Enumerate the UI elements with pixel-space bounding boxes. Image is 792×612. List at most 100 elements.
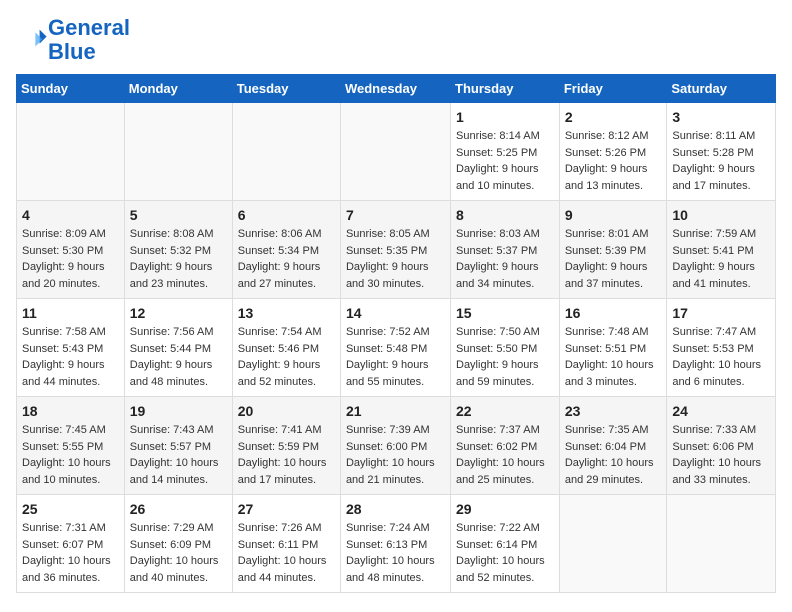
day-info: Sunrise: 7:43 AM Sunset: 5:57 PM Dayligh… [130, 422, 227, 488]
day-info: Sunrise: 7:22 AM Sunset: 6:14 PM Dayligh… [456, 520, 554, 586]
calendar-cell: 8 Sunrise: 8:03 AM Sunset: 5:37 PM Daylig… [451, 201, 560, 299]
day-info: Sunrise: 8:01 AM Sunset: 5:39 PM Dayligh… [565, 226, 662, 292]
day-number: 27 [238, 501, 335, 517]
calendar-cell: 22 Sunrise: 7:37 AM Sunset: 6:02 PM Dayli… [451, 397, 560, 495]
calendar-cell: 1 Sunrise: 8:14 AM Sunset: 5:25 PM Daylig… [451, 103, 560, 201]
day-number: 6 [238, 207, 335, 223]
day-header-tuesday: Tuesday [232, 75, 340, 103]
calendar-cell: 15 Sunrise: 7:50 AM Sunset: 5:50 PM Dayli… [451, 299, 560, 397]
day-number: 22 [456, 403, 554, 419]
day-number: 24 [672, 403, 770, 419]
week-row-3: 11 Sunrise: 7:58 AM Sunset: 5:43 PM Dayli… [17, 299, 776, 397]
week-row-4: 18 Sunrise: 7:45 AM Sunset: 5:55 PM Dayli… [17, 397, 776, 495]
day-number: 28 [346, 501, 445, 517]
calendar-cell: 29 Sunrise: 7:22 AM Sunset: 6:14 PM Dayli… [451, 495, 560, 593]
day-info: Sunrise: 7:26 AM Sunset: 6:11 PM Dayligh… [238, 520, 335, 586]
day-info: Sunrise: 8:03 AM Sunset: 5:37 PM Dayligh… [456, 226, 554, 292]
day-number: 29 [456, 501, 554, 517]
calendar-cell: 13 Sunrise: 7:54 AM Sunset: 5:46 PM Dayli… [232, 299, 340, 397]
calendar-cell: 5 Sunrise: 8:08 AM Sunset: 5:32 PM Daylig… [124, 201, 232, 299]
day-number: 26 [130, 501, 227, 517]
day-info: Sunrise: 7:50 AM Sunset: 5:50 PM Dayligh… [456, 324, 554, 390]
day-info: Sunrise: 8:14 AM Sunset: 5:25 PM Dayligh… [456, 128, 554, 194]
logo-text: General Blue [48, 16, 130, 64]
day-info: Sunrise: 8:06 AM Sunset: 5:34 PM Dayligh… [238, 226, 335, 292]
calendar-cell: 12 Sunrise: 7:56 AM Sunset: 5:44 PM Dayli… [124, 299, 232, 397]
calendar-cell: 25 Sunrise: 7:31 AM Sunset: 6:07 PM Dayli… [17, 495, 125, 593]
day-number: 18 [22, 403, 119, 419]
day-number: 14 [346, 305, 445, 321]
calendar-cell: 6 Sunrise: 8:06 AM Sunset: 5:34 PM Daylig… [232, 201, 340, 299]
day-info: Sunrise: 7:56 AM Sunset: 5:44 PM Dayligh… [130, 324, 227, 390]
day-number: 23 [565, 403, 662, 419]
day-info: Sunrise: 8:09 AM Sunset: 5:30 PM Dayligh… [22, 226, 119, 292]
day-header-friday: Friday [559, 75, 667, 103]
calendar-cell: 3Sunrise: 8:11 AM Sunset: 5:28 PM Daylig… [667, 103, 776, 201]
day-info: Sunrise: 7:58 AM Sunset: 5:43 PM Dayligh… [22, 324, 119, 390]
calendar-cell: 19Sunrise: 7:43 AM Sunset: 5:57 PM Dayli… [124, 397, 232, 495]
day-info: Sunrise: 7:45 AM Sunset: 5:55 PM Dayligh… [22, 422, 119, 488]
header: General Blue [16, 16, 776, 64]
day-number: 9 [565, 207, 662, 223]
day-header-wednesday: Wednesday [340, 75, 450, 103]
calendar-cell: 17 Sunrise: 7:47 AM Sunset: 5:53 PM Dayli… [667, 299, 776, 397]
day-number: 25 [22, 501, 119, 517]
calendar-cell [17, 103, 125, 201]
day-info: Sunrise: 7:47 AM Sunset: 5:53 PM Dayligh… [672, 324, 770, 390]
day-number: 1 [456, 109, 554, 125]
calendar-cell [667, 495, 776, 593]
calendar-cell: 20 Sunrise: 7:41 AM Sunset: 5:59 PM Dayli… [232, 397, 340, 495]
day-number: 21 [346, 403, 445, 419]
day-number: 11 [22, 305, 119, 321]
day-info: Sunrise: 7:41 AM Sunset: 5:59 PM Dayligh… [238, 422, 335, 488]
day-number: 5 [130, 207, 227, 223]
day-number: 13 [238, 305, 335, 321]
calendar-cell [340, 103, 450, 201]
logo-icon [20, 24, 48, 52]
day-header-saturday: Saturday [667, 75, 776, 103]
calendar-cell: 14Sunrise: 7:52 AM Sunset: 5:48 PM Dayli… [340, 299, 450, 397]
day-info: Sunrise: 8:12 AM Sunset: 5:26 PM Dayligh… [565, 128, 662, 194]
day-number: 20 [238, 403, 335, 419]
day-info: Sunrise: 7:39 AM Sunset: 6:00 PM Dayligh… [346, 422, 445, 488]
calendar-cell: 18 Sunrise: 7:45 AM Sunset: 5:55 PM Dayli… [17, 397, 125, 495]
day-info: Sunrise: 7:33 AM Sunset: 6:06 PM Dayligh… [672, 422, 770, 488]
week-row-1: 1 Sunrise: 8:14 AM Sunset: 5:25 PM Daylig… [17, 103, 776, 201]
calendar-cell: 28Sunrise: 7:24 AM Sunset: 6:13 PM Dayli… [340, 495, 450, 593]
day-info: Sunrise: 7:48 AM Sunset: 5:51 PM Dayligh… [565, 324, 662, 390]
calendar-cell: 7 Sunrise: 8:05 AM Sunset: 5:35 PM Daylig… [340, 201, 450, 299]
calendar-cell: 21 Sunrise: 7:39 AM Sunset: 6:00 PM Dayli… [340, 397, 450, 495]
calendar-cell: 9 Sunrise: 8:01 AM Sunset: 5:39 PM Daylig… [559, 201, 667, 299]
day-number: 10 [672, 207, 770, 223]
day-info: Sunrise: 7:29 AM Sunset: 6:09 PM Dayligh… [130, 520, 227, 586]
day-info: Sunrise: 8:08 AM Sunset: 5:32 PM Dayligh… [130, 226, 227, 292]
calendar-cell [559, 495, 667, 593]
day-number: 8 [456, 207, 554, 223]
day-info: Sunrise: 7:54 AM Sunset: 5:46 PM Dayligh… [238, 324, 335, 390]
calendar-cell: 11 Sunrise: 7:58 AM Sunset: 5:43 PM Dayli… [17, 299, 125, 397]
calendar-table: SundayMondayTuesdayWednesdayThursdayFrid… [16, 74, 776, 593]
day-number: 2 [565, 109, 662, 125]
week-row-5: 25 Sunrise: 7:31 AM Sunset: 6:07 PM Dayli… [17, 495, 776, 593]
calendar-cell: 23Sunrise: 7:35 AM Sunset: 6:04 PM Dayli… [559, 397, 667, 495]
day-info: Sunrise: 7:59 AM Sunset: 5:41 PM Dayligh… [672, 226, 770, 292]
day-number: 17 [672, 305, 770, 321]
day-info: Sunrise: 7:31 AM Sunset: 6:07 PM Dayligh… [22, 520, 119, 586]
calendar-cell: 24 Sunrise: 7:33 AM Sunset: 6:06 PM Dayli… [667, 397, 776, 495]
calendar-cell: 10 Sunrise: 7:59 AM Sunset: 5:41 PM Dayli… [667, 201, 776, 299]
calendar-cell: 16Sunrise: 7:48 AM Sunset: 5:51 PM Dayli… [559, 299, 667, 397]
calendar-cell: 26 Sunrise: 7:29 AM Sunset: 6:09 PM Dayli… [124, 495, 232, 593]
week-row-2: 4 Sunrise: 8:09 AM Sunset: 5:30 PM Daylig… [17, 201, 776, 299]
calendar-body: 1 Sunrise: 8:14 AM Sunset: 5:25 PM Daylig… [17, 103, 776, 593]
day-number: 15 [456, 305, 554, 321]
day-number: 3 [672, 109, 770, 125]
calendar-header: SundayMondayTuesdayWednesdayThursdayFrid… [17, 75, 776, 103]
day-number: 12 [130, 305, 227, 321]
day-number: 4 [22, 207, 119, 223]
calendar-cell: 4 Sunrise: 8:09 AM Sunset: 5:30 PM Daylig… [17, 201, 125, 299]
day-info: Sunrise: 8:05 AM Sunset: 5:35 PM Dayligh… [346, 226, 445, 292]
calendar-cell [232, 103, 340, 201]
logo: General Blue [16, 16, 130, 64]
day-info: Sunrise: 7:37 AM Sunset: 6:02 PM Dayligh… [456, 422, 554, 488]
day-number: 7 [346, 207, 445, 223]
